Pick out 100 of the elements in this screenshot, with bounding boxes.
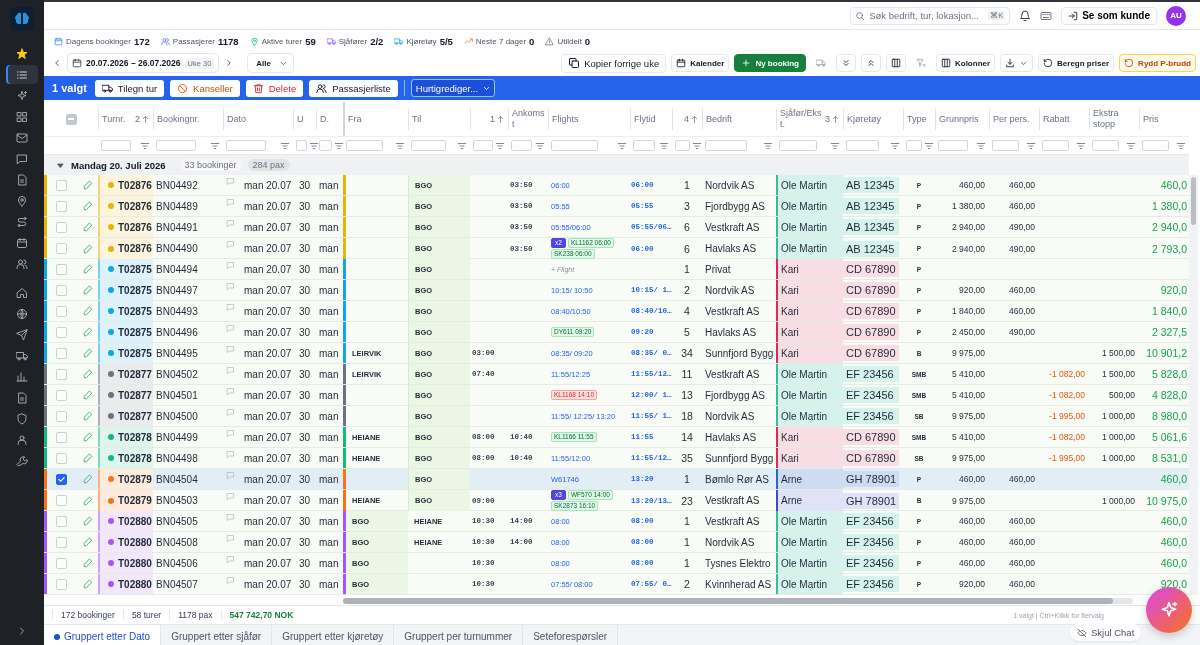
filter-icon[interactable] [659,140,669,151]
edit-icon[interactable] [83,306,93,316]
edit-icon[interactable] [83,495,93,506]
toolbar-button[interactable]: Kopier forrige uke [561,53,667,73]
filter-field[interactable] [938,140,968,151]
filter-icon[interactable] [617,140,627,151]
select-all-checkbox[interactable] [65,113,77,125]
column-header[interactable]: Flights [552,113,579,125]
filter-icon[interactable] [334,140,344,151]
filter-icon[interactable] [535,140,545,151]
filter-icon[interactable] [890,140,900,151]
filter-select[interactable]: Alle [247,53,294,73]
filter-field[interactable] [551,140,599,151]
edit-icon[interactable] [83,369,93,379]
column-header[interactable]: Ankomst [512,108,545,130]
edit-icon[interactable] [83,558,93,568]
filter-icon[interactable] [1076,140,1086,151]
bell-icon[interactable] [1019,9,1032,22]
column-header[interactable]: Ekstra stopp [1093,108,1136,130]
filter-field[interactable] [779,140,817,151]
comment-icon[interactable] [226,555,235,564]
filter-field[interactable] [1142,140,1170,151]
comment-icon[interactable] [226,198,235,207]
comment-icon[interactable] [226,177,235,186]
filter-icon[interactable] [210,140,220,151]
comment-icon[interactable] [226,261,235,270]
view-tab[interactable]: Gruppert etter kjøretøy [272,625,395,645]
filter-icon[interactable] [830,140,840,151]
hide-chat-button[interactable]: Skjul Chat [1070,624,1142,641]
filter-icon[interactable] [1026,140,1036,151]
comment-icon[interactable] [226,534,235,543]
filter-field[interactable] [411,140,446,151]
comment-icon[interactable] [226,513,235,522]
filter-field[interactable] [1042,140,1070,151]
column-header[interactable]: Kjøretøy [847,113,881,125]
filter-icon[interactable] [495,140,505,151]
avatar[interactable]: AU [1166,5,1186,26]
filter-field[interactable] [705,140,748,151]
edit-icon[interactable] [83,222,93,232]
icon-button[interactable] [1000,54,1034,72]
comment-icon[interactable] [226,282,235,291]
view-tab[interactable]: Gruppert per turnummer [394,625,524,645]
comment-icon[interactable] [226,240,235,249]
filter-icon[interactable] [1126,140,1136,151]
comment-icon[interactable] [226,366,235,375]
edit-icon[interactable] [83,411,93,421]
comment-icon[interactable] [226,324,235,333]
filter-field[interactable] [226,140,266,151]
edit-icon[interactable] [83,201,93,211]
filter-field[interactable] [296,140,307,151]
filter-field[interactable] [156,140,196,151]
quick-edit-select[interactable]: Hurtigrediger... [410,79,496,97]
column-header[interactable]: Bookingnr. [157,113,200,125]
column-header[interactable]: Pris [1143,113,1159,125]
filter-icon[interactable] [1176,140,1186,151]
comment-icon[interactable] [226,471,235,480]
comment-icon[interactable] [226,576,235,585]
edit-icon[interactable] [83,327,93,337]
comment-icon[interactable] [226,387,235,396]
column-header[interactable]: Flytid [634,113,656,125]
filter-icon[interactable] [763,140,773,151]
column-header[interactable]: Fra [348,113,362,125]
view-tab[interactable]: Seteforespørsler [523,625,619,645]
edit-icon[interactable] [83,537,93,547]
filter-field[interactable] [992,140,1020,151]
filter-field[interactable] [319,140,332,151]
action-button[interactable]: Delete [245,79,304,97]
expand-caret-icon[interactable] [56,160,65,170]
filter-field[interactable] [675,140,690,151]
comment-icon[interactable] [226,303,235,312]
edit-icon[interactable] [83,390,93,400]
filter-field[interactable] [1092,140,1120,151]
column-header[interactable]: Type [907,113,927,125]
filter-icon[interactable] [395,140,405,151]
comment-icon[interactable] [226,492,235,501]
column-header[interactable]: D. [320,113,329,125]
toolbar-button[interactable]: Kalender [671,54,730,72]
filter-field[interactable] [906,140,923,151]
column-header[interactable]: Per pers. [993,113,1030,125]
action-button[interactable]: Passasjerliste [309,79,398,97]
toolbar-button[interactable]: Rydd P-brudd [1119,54,1196,72]
filter-icon[interactable] [308,140,319,151]
edit-icon[interactable] [83,579,93,589]
edit-icon[interactable] [83,474,93,484]
filter-field[interactable] [511,140,533,151]
logo-icon[interactable] [10,7,34,31]
edit-icon[interactable] [83,516,93,526]
edit-icon[interactable] [83,348,93,358]
toolbar-button[interactable]: Kolonner [935,54,996,72]
action-button[interactable]: Kanseller [170,79,240,97]
comment-icon[interactable] [226,345,235,354]
filter-icon[interactable] [976,140,986,151]
vertical-scrollbar[interactable] [1189,175,1198,595]
column-header[interactable]: U [297,113,304,125]
chevron-left-icon[interactable] [52,58,62,68]
row-checkbox[interactable] [55,473,67,485]
filter-field[interactable] [346,140,383,151]
action-button[interactable]: Tilegn tur [94,79,165,97]
toolbar-button[interactable]: Ny booking [734,54,806,72]
toolbar-button[interactable]: Beregn priser [1038,54,1115,72]
